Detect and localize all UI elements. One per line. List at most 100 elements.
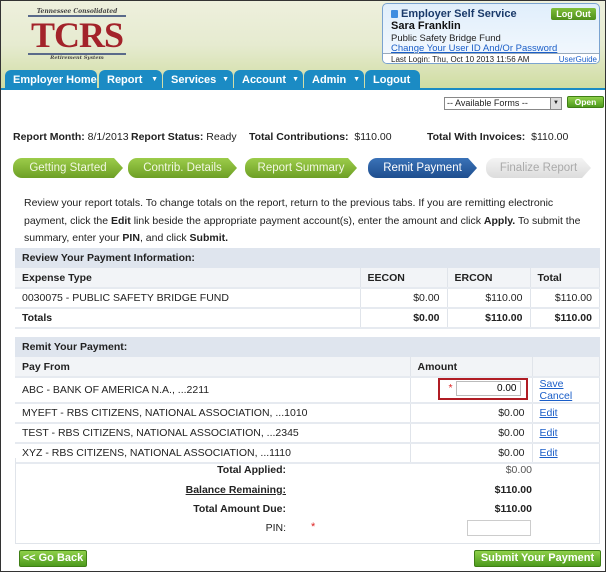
amount-input[interactable] — [455, 381, 521, 396]
cell: $110.00 — [447, 308, 531, 329]
review-table: Review Your Payment Information: Expense… — [15, 248, 600, 329]
go-back-button[interactable]: << Go Back — [19, 550, 87, 567]
nav-admin[interactable]: Admin ▼ — [304, 70, 364, 90]
text: link beside the appropriate payment acco… — [130, 214, 484, 227]
account-name: MYEFT - RBS CITIZENS, NATIONAL ASSOCIATI… — [15, 403, 411, 424]
total-with-invoices: Total With Invoices: $110.00 — [427, 131, 568, 143]
label: Report Status: — [131, 131, 204, 143]
value: Ready — [206, 131, 237, 143]
chevron-down-icon: ▼ — [353, 76, 360, 83]
required-marker: * — [311, 521, 316, 533]
nav-label: Report — [107, 74, 143, 86]
step-report-summary[interactable]: Report Summary — [245, 158, 357, 178]
total-due-label: Total Amount Due: — [193, 503, 286, 515]
cell: $0.00 — [360, 308, 448, 329]
step-getting-started[interactable]: Getting Started — [13, 158, 123, 178]
text: PIN — [122, 232, 140, 244]
account-name: ABC - BANK OF AMERICA N.A., ...2211 — [15, 377, 411, 404]
section-title: Remit Your Payment: — [15, 337, 600, 357]
table-row: ABC - BANK OF AMERICA N.A., ...2211 * Sa… — [15, 377, 600, 404]
cell: $110.00 — [530, 308, 600, 329]
chevron-down-icon: ▼ — [292, 76, 299, 83]
edit-link[interactable]: Edit — [540, 427, 558, 439]
payment-summary: Total Applied: $0.00 Balance Remaining: … — [15, 458, 600, 544]
totals-row: Totals $0.00 $110.00 $110.00 — [15, 308, 600, 329]
user-guide-link[interactable]: UserGuide — [559, 55, 597, 63]
cell: $110.00 — [447, 288, 531, 309]
last-login: Last Login: Thu, Oct 10 2013 11:56 AM — [391, 55, 530, 64]
chevron-down-icon: ▼ — [151, 76, 158, 83]
total-applied-label: Total Applied: — [217, 464, 286, 476]
remit-table: Remit Your Payment: Pay From Amount ABC -… — [15, 337, 600, 464]
col-header: Expense Type — [15, 268, 361, 289]
col-header: EECON — [360, 268, 448, 289]
nav-label: Services — [171, 74, 217, 86]
col-header: Total — [530, 268, 600, 289]
pin-input[interactable] — [467, 520, 531, 536]
table-row: TEST - RBS CITIZENS, NATIONAL ASSOCIATIO… — [15, 423, 600, 444]
account-name: TEST - RBS CITIZENS, NATIONAL ASSOCIATIO… — [15, 423, 411, 444]
ess-title: Employer Self Service — [391, 8, 517, 20]
step-finalize-report: Finalize Report — [486, 158, 591, 178]
cell: $0.00 — [360, 288, 448, 309]
cell: $110.00 — [530, 288, 600, 309]
login-panel: Employer Self Service Sara Franklin Publ… — [382, 3, 600, 64]
user-name: Sara Franklin — [391, 20, 461, 32]
open-button[interactable]: Open — [567, 96, 604, 108]
table-row: 0030075 - PUBLIC SAFETY BRIDGE FUND $0.00… — [15, 288, 600, 309]
logo-top-text: Tennessee Consolidated — [36, 8, 118, 15]
col-header — [532, 357, 600, 378]
required-marker: * — [448, 382, 453, 394]
amount: $0.00 — [410, 423, 533, 444]
lock-icon — [391, 10, 398, 18]
nav-report[interactable]: Report ▼ — [99, 70, 162, 90]
value: $110.00 — [354, 131, 392, 143]
cancel-link[interactable]: Cancel — [540, 390, 573, 402]
label: Total Contributions: — [249, 131, 349, 143]
col-header: ERCON — [447, 268, 531, 289]
nav-label: Admin — [312, 74, 347, 86]
logo-name: TCRS — [28, 15, 126, 55]
step-contrib-details[interactable]: Contrib. Details — [128, 158, 237, 178]
submit-payment-button[interactable]: Submit Your Payment >> — [474, 550, 601, 579]
nav-label: Account — [242, 74, 286, 86]
balance-remaining-label: Balance Remaining: — [185, 484, 286, 496]
logo-bottom-text: Retirement System — [50, 55, 104, 61]
section-title: Review Your Payment Information: — [15, 248, 600, 268]
available-forms-select[interactable]: -- Available Forms -- ▼ — [444, 97, 562, 110]
nav-services[interactable]: Services ▼ — [163, 70, 233, 90]
col-header: Pay From — [15, 357, 411, 378]
balance-remaining-value: $110.00 — [494, 484, 532, 496]
select-value: -- Available Forms -- — [447, 98, 528, 108]
nav-logout[interactable]: Logout — [365, 70, 420, 90]
total-contributions: Total Contributions: $110.00 — [249, 131, 392, 143]
report-status: Report Status: Ready — [131, 131, 237, 143]
text: Submit. — [189, 232, 229, 244]
nav-label: Logout — [373, 74, 411, 86]
chevron-down-icon: ▼ — [222, 76, 229, 83]
main-nav: Employer Home Report ▼ Services ▼ Account ▼… — [0, 70, 606, 90]
ess-title-text: Employer Self Service — [401, 8, 517, 20]
col-header: Amount — [410, 357, 533, 378]
logout-button[interactable]: Log Out — [551, 8, 596, 20]
report-month: Report Month: 8/1/2013 — [13, 131, 129, 143]
label: Report Month: — [13, 131, 85, 143]
tcrs-logo[interactable]: Tennessee Consolidated TCRS Retirement S… — [28, 8, 126, 62]
nav-employer-home[interactable]: Employer Home — [5, 70, 97, 90]
text: Apply. — [483, 214, 516, 227]
cell: 0030075 - PUBLIC SAFETY BRIDGE FUND — [15, 288, 361, 309]
nav-account[interactable]: Account ▼ — [234, 70, 303, 90]
text: , and click — [139, 232, 190, 244]
step-remit-payment[interactable]: Remit Payment — [368, 158, 477, 178]
nav-divider — [0, 88, 606, 90]
save-link[interactable]: Save — [540, 378, 564, 390]
amount: $0.00 — [410, 403, 533, 424]
instructions: Review your report totals. To change tot… — [24, 195, 594, 248]
cell: Totals — [15, 308, 361, 329]
total-applied-value: $0.00 — [505, 464, 532, 476]
table-row: MYEFT - RBS CITIZENS, NATIONAL ASSOCIATI… — [15, 403, 600, 424]
edit-link[interactable]: Edit — [540, 407, 558, 419]
text: Edit — [110, 214, 131, 227]
value: $110.00 — [531, 131, 569, 143]
nav-label: Employer Home — [13, 74, 97, 86]
